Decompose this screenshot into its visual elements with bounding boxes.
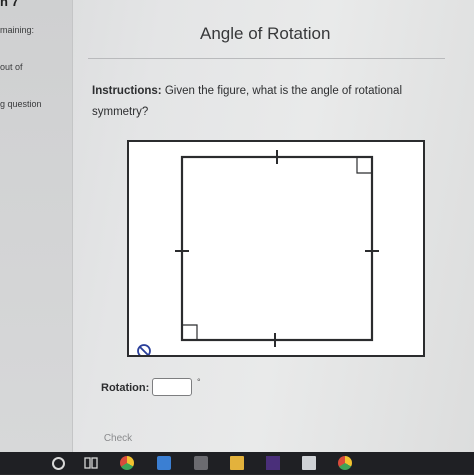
left-sidebar: n 7 maining: out of g question [0, 0, 73, 456]
edge-icon[interactable] [157, 456, 171, 470]
question-number: n 7 [0, 0, 19, 9]
degree-symbol: ° [197, 377, 201, 387]
file-explorer-icon[interactable] [230, 456, 244, 470]
chrome-icon[interactable] [120, 456, 134, 470]
chrome-icon-2[interactable] [338, 456, 352, 470]
taskbar [0, 452, 474, 474]
store-icon[interactable] [194, 456, 208, 470]
rotation-label: Rotation: [101, 382, 150, 394]
task-view-icon[interactable] [84, 456, 98, 470]
mail-icon[interactable] [302, 456, 316, 470]
right-angle-marker-bottom-left [183, 324, 198, 339]
skip-question-link[interactable]: g question [0, 99, 42, 109]
instructions-label: Instructions: [92, 85, 162, 97]
figure-canvas [127, 140, 425, 357]
instructions: Instructions: Given the figure, what is … [92, 81, 437, 123]
square-outline [180, 155, 374, 342]
start-circle-icon[interactable] [52, 457, 65, 470]
right-angle-marker-top-right [356, 158, 371, 174]
app-icon[interactable] [266, 456, 280, 470]
no-symbol-icon [137, 344, 151, 355]
remaining-label: maining: [0, 25, 35, 35]
title-divider [88, 58, 445, 59]
screen: n 7 maining: out of g question Angle of … [0, 0, 474, 456]
score-label: out of [0, 62, 23, 72]
page-title: Angle of Rotation [200, 24, 331, 43]
rotation-input[interactable] [152, 378, 192, 396]
check-button[interactable]: Check [91, 428, 145, 448]
square-figure [137, 150, 379, 355]
